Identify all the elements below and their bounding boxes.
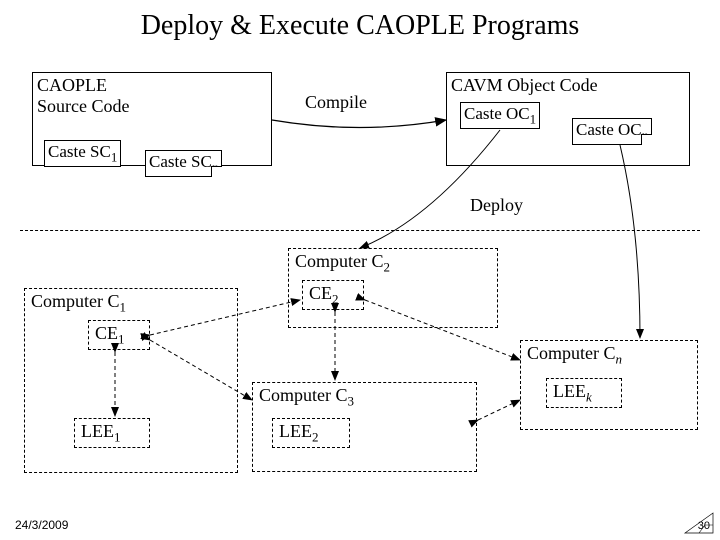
ce2-label: CE <box>309 283 332 303</box>
lee2-box: LEE2 <box>272 418 350 448</box>
caste-oc1-sub: 1 <box>530 111 537 126</box>
leek-sub: k <box>586 390 592 405</box>
caste-oc1-label: Caste OC <box>464 104 530 123</box>
computer-c3-label: Computer C <box>259 385 348 405</box>
ce1-box: CE1 <box>88 320 150 350</box>
lee1-label: LEE <box>81 421 114 441</box>
ce1-label: CE <box>95 323 118 343</box>
leek-box: LEEk <box>546 378 622 408</box>
ce2-sub: 2 <box>332 292 339 307</box>
leek-label: LEE <box>553 381 586 401</box>
lee2-label: LEE <box>279 421 312 441</box>
footer-date: 24/3/2009 <box>15 518 68 532</box>
ce1-sub: 1 <box>118 332 125 347</box>
source-label-2: Source Code <box>37 96 267 117</box>
lee1-sub: 1 <box>114 430 121 445</box>
horizontal-divider <box>20 230 700 231</box>
computer-c3-sub: 3 <box>348 394 355 409</box>
page-number: 30 <box>698 520 710 532</box>
computer-c2-label: Computer C <box>295 251 384 271</box>
page-title: Deploy & Execute CAOPLE Programs <box>0 10 720 42</box>
computer-c1-sub: 1 <box>120 300 127 315</box>
computer-cn-label: Computer C <box>527 343 616 363</box>
computer-cn-sub: n <box>616 352 623 367</box>
caste-ocn-label: Caste OC <box>576 120 642 139</box>
computer-c1-label: Computer C <box>31 291 120 311</box>
lee2-sub: 2 <box>312 430 319 445</box>
object-label: CAVM Object Code <box>451 75 685 96</box>
computer-c2-sub: 2 <box>384 260 391 275</box>
ce2-box: CE2 <box>302 280 364 310</box>
deploy-label: Deploy <box>470 195 523 216</box>
source-label-1: CAOPLE <box>37 75 267 96</box>
caste-ocn-box: Caste OCn <box>572 118 652 145</box>
caste-scn-box: Caste SCn <box>145 150 222 177</box>
compile-label: Compile <box>305 92 367 113</box>
lee1-box: LEE1 <box>74 418 150 448</box>
caste-sc1-box: Caste SC1 <box>44 140 121 167</box>
note-corner-icon <box>641 134 652 145</box>
caste-scn-label: Caste SC <box>149 152 212 171</box>
caste-oc1-box: Caste OC1 <box>460 102 540 129</box>
caste-sc1-label: Caste SC <box>48 142 111 161</box>
note-corner-icon <box>211 166 222 177</box>
caste-sc1-sub: 1 <box>111 149 118 164</box>
